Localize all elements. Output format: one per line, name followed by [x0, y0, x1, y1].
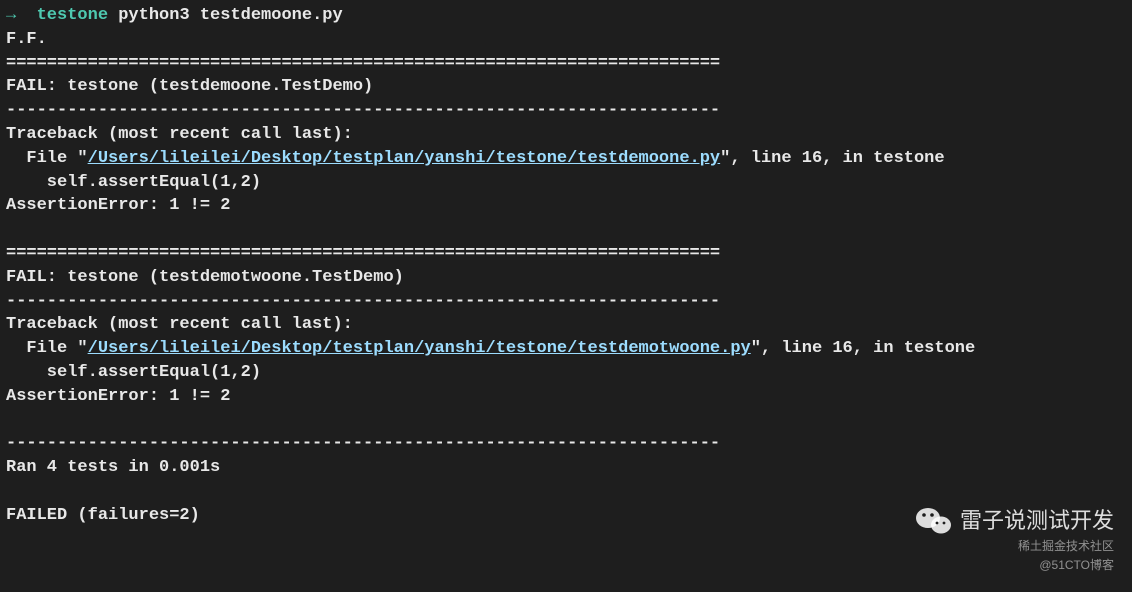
divider-eq: ========================================…	[6, 54, 720, 73]
watermark: 雷子说测试开发 稀土掘金技术社区 @51CTO博客	[916, 506, 1114, 574]
divider-eq: ========================================…	[6, 244, 720, 263]
code-line-2: self.assertEqual(1,2)	[6, 363, 261, 382]
traceback-intro-2: Traceback (most recent call last):	[6, 315, 353, 334]
file-prefix-2: File "	[6, 339, 88, 358]
watermark-title: 雷子说测试开发	[960, 506, 1114, 537]
test-result-line: F.F.	[6, 30, 47, 49]
watermark-sub1: 稀土掘金技术社区	[916, 538, 1114, 555]
file-prefix-1: File "	[6, 149, 88, 168]
traceback-intro-1: Traceback (most recent call last):	[6, 125, 353, 144]
terminal-output[interactable]: → testone python3 testdemoone.py F.F. ==…	[6, 4, 1126, 528]
file-path-link-1[interactable]: /Users/lileilei/Desktop/testplan/yanshi/…	[88, 149, 721, 168]
assertion-error-1: AssertionError: 1 != 2	[6, 196, 230, 215]
wechat-icon	[916, 506, 952, 536]
watermark-sub2: @51CTO博客	[916, 557, 1114, 574]
prompt-arrow: →	[6, 6, 16, 25]
ran-summary: Ran 4 tests in 0.001s	[6, 458, 220, 477]
divider-dash: ----------------------------------------…	[6, 101, 720, 120]
fail-header-1: FAIL: testone (testdemoone.TestDemo)	[6, 77, 373, 96]
file-suffix-1: ", line 16, in testone	[720, 149, 944, 168]
fail-header-2: FAIL: testone (testdemotwoone.TestDemo)	[6, 268, 404, 287]
code-line-1: self.assertEqual(1,2)	[6, 173, 261, 192]
prompt-dir: testone	[37, 6, 108, 25]
failed-summary: FAILED (failures=2)	[6, 506, 200, 525]
assertion-error-2: AssertionError: 1 != 2	[6, 387, 230, 406]
divider-dash: ----------------------------------------…	[6, 434, 720, 453]
command-text: python3 testdemoone.py	[118, 6, 342, 25]
file-suffix-2: ", line 16, in testone	[751, 339, 975, 358]
divider-dash: ----------------------------------------…	[6, 292, 720, 311]
file-path-link-2[interactable]: /Users/lileilei/Desktop/testplan/yanshi/…	[88, 339, 751, 358]
